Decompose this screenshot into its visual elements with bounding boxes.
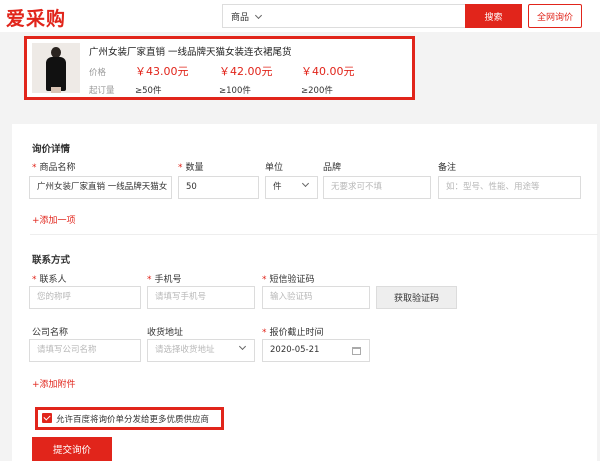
brand-label: 品牌 xyxy=(323,163,342,173)
unit-select[interactable]: 件 xyxy=(265,176,318,199)
contact-info-title: 联系方式 xyxy=(32,255,71,266)
search-category-label: 商品 xyxy=(231,13,250,23)
product-name-label: * 商品名称 xyxy=(32,163,76,173)
address-select[interactable]: 请选择收货地址 xyxy=(147,339,255,362)
contact-person-field[interactable]: 您的称呼 xyxy=(29,286,141,309)
aicaigou-logo[interactable]: 爱采购 xyxy=(6,4,66,31)
quantity-field[interactable]: 50 xyxy=(178,176,259,199)
address-placeholder: 请选择收货地址 xyxy=(155,345,215,355)
submit-inquiry-button[interactable]: 提交询价 xyxy=(32,437,112,461)
price-tier-2: ￥42.00元 xyxy=(219,65,273,78)
price-tier-1: ￥43.00元 xyxy=(135,65,189,78)
unit-label: 单位 xyxy=(265,163,284,173)
address-label: 收货地址 xyxy=(147,328,184,338)
calendar-icon[interactable] xyxy=(352,347,361,355)
company-label: 公司名称 xyxy=(32,328,69,338)
search-category-select[interactable]: 商品 xyxy=(231,10,263,23)
product-title[interactable]: 广州女装厂家直销 一线品牌天猫女装连衣裙尾货 xyxy=(89,44,292,58)
add-attachment-link[interactable]: +添加附件 xyxy=(32,377,76,390)
add-item-link[interactable]: +添加一项 xyxy=(32,213,76,226)
search-button[interactable]: 搜索 xyxy=(465,4,522,28)
deadline-label: * 报价截止时间 xyxy=(262,328,324,338)
chevron-down-icon xyxy=(254,11,263,19)
consent-checkbox[interactable] xyxy=(42,413,52,423)
get-code-button[interactable]: 获取验证码 xyxy=(376,286,457,309)
chevron-down-icon xyxy=(238,342,247,351)
company-field[interactable]: 请填写公司名称 xyxy=(29,339,141,362)
inquiry-details-title: 询价详情 xyxy=(32,144,71,155)
product-name-field[interactable]: 广州女装厂家直销 一线品牌天猫女 xyxy=(29,176,172,199)
inquiry-form-panel: 询价详情 * 商品名称 * 数量 单位 品牌 备注 广州女装厂家直销 一线品牌天猫女… xyxy=(12,124,598,461)
distribution-consent[interactable]: 允许百度将询价单分发给更多优质供应商 xyxy=(35,407,224,430)
sms-code-field[interactable]: 输入验证码 xyxy=(262,286,370,309)
remark-field[interactable]: 如：型号、性能、用途等 xyxy=(438,176,581,199)
product-thumbnail[interactable] xyxy=(32,43,80,93)
deadline-value: 2020-05-21 xyxy=(270,345,320,355)
moq-tier-1: ≥50件 xyxy=(135,86,162,96)
brand-field[interactable]: 无要求可不填 xyxy=(323,176,431,199)
search-box[interactable]: 商品 xyxy=(222,4,465,28)
moq-tier-2: ≥100件 xyxy=(219,86,251,96)
consent-text: 允许百度将询价单分发给更多优质供应商 xyxy=(56,415,210,425)
product-summary-card: 广州女装厂家直销 一线品牌天猫女装连衣裙尾货 价格 ￥43.00元 ￥42.00… xyxy=(24,36,415,100)
all-inquiry-button[interactable]: 全网询价 xyxy=(528,4,582,28)
section-divider xyxy=(30,234,598,235)
phone-label: * 手机号 xyxy=(147,275,182,285)
moq-tier-3: ≥200件 xyxy=(301,86,333,96)
price-tier-3: ￥40.00元 xyxy=(301,65,355,78)
sms-code-label: * 短信验证码 xyxy=(262,275,315,285)
deadline-date-field[interactable]: 2020-05-21 xyxy=(262,339,370,362)
contact-person-label: * 联系人 xyxy=(32,275,67,285)
remark-label: 备注 xyxy=(438,163,457,173)
phone-field[interactable]: 请填写手机号 xyxy=(147,286,255,309)
quantity-label: * 数量 xyxy=(178,163,204,173)
moq-label: 起订量 xyxy=(89,86,115,96)
price-label: 价格 xyxy=(89,68,107,78)
top-header: 爱采购 商品 搜索 全网询价 xyxy=(0,0,600,32)
unit-value: 件 xyxy=(273,182,282,192)
chevron-down-icon xyxy=(301,179,310,188)
